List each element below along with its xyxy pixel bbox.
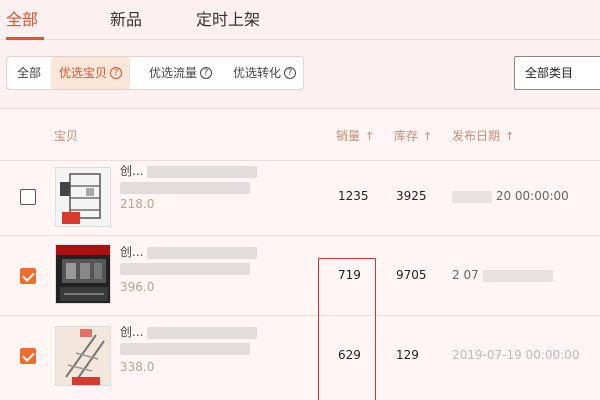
product-image-shelf xyxy=(56,327,110,385)
redacted-text xyxy=(452,190,492,203)
row-checkbox[interactable] xyxy=(20,268,36,284)
sort-arrow-icon: ↑ xyxy=(423,130,433,143)
product-title-text: 创... xyxy=(120,164,144,178)
tab-all[interactable]: 全部 xyxy=(6,6,38,30)
sales-value: 1235 xyxy=(338,189,369,203)
help-icon[interactable]: ? xyxy=(110,66,123,79)
column-header-sales[interactable]: 销量 ↑ xyxy=(336,127,374,144)
product-price: 396.0 xyxy=(120,280,155,294)
sort-arrow-icon: ↑ xyxy=(365,130,375,143)
sort-arrow-icon: ↑ xyxy=(505,130,515,143)
table-row: 创... 396.0 719 9705 2 07 xyxy=(0,235,600,315)
filter-preferred-traffic[interactable]: 优选流量? xyxy=(143,57,218,89)
product-price: 218.0 xyxy=(120,197,155,211)
redacted-text xyxy=(147,165,258,178)
sales-header-label: 销量 xyxy=(336,129,361,143)
redacted-text xyxy=(120,262,250,275)
stock-value: 9705 xyxy=(396,268,427,282)
redacted-text xyxy=(482,269,553,282)
redacted-text xyxy=(120,342,250,355)
filter-preferred-items-label: 优选宝贝 xyxy=(59,66,108,80)
tab-scheduled-listing[interactable]: 定时上架 xyxy=(196,6,260,30)
product-image-shelf xyxy=(56,168,110,226)
category-select[interactable]: 全部类目 xyxy=(514,56,600,90)
column-header-publish-date[interactable]: 发布日期 ↑ xyxy=(452,127,514,144)
publish-date: 2 07 xyxy=(452,268,553,282)
product-title-text: 创... xyxy=(120,325,144,339)
filter-all[interactable]: 全部 xyxy=(11,57,47,89)
active-tab-indicator xyxy=(6,37,44,40)
tab-new-products[interactable]: 新品 xyxy=(110,6,142,30)
publish-date-text: 2 07 xyxy=(452,268,479,282)
publish-date: 20 00:00:00 xyxy=(452,189,569,203)
stock-value: 129 xyxy=(396,348,419,362)
top-tab-bar: 全部 新品 定时上架 xyxy=(0,0,600,40)
product-table: 宝贝 销量 ↑ 库存 ↑ 发布日期 ↑ 创... 218.0 1235 3925 2 xyxy=(0,108,600,400)
filter-all-label: 全部 xyxy=(17,66,42,80)
row-checkbox[interactable] xyxy=(20,348,36,364)
redacted-text xyxy=(147,246,258,259)
product-thumbnail[interactable] xyxy=(55,244,111,304)
row-checkbox[interactable] xyxy=(20,189,36,205)
sales-highlight-box xyxy=(318,258,376,400)
filter-preferred-conversion-label: 优选转化 xyxy=(233,66,282,80)
product-title[interactable]: 创... xyxy=(120,163,260,195)
product-title[interactable]: 创... xyxy=(120,324,260,356)
publish-date: 2019-07-19 00:00:00 xyxy=(452,348,580,362)
help-icon[interactable]: ? xyxy=(284,66,297,79)
filter-preferred-items[interactable]: 优选宝贝? xyxy=(51,57,131,89)
filter-preferred-conversion[interactable]: 优选转化? xyxy=(227,57,302,89)
column-header-stock[interactable]: 库存 ↑ xyxy=(394,127,432,144)
column-header-product: 宝贝 xyxy=(54,129,79,143)
table-row: 创... 338.0 629 129 2019-07-19 00:00:00 xyxy=(0,315,600,400)
help-icon[interactable]: ? xyxy=(200,66,213,79)
publish-date-header-label: 发布日期 xyxy=(452,129,501,143)
product-thumbnail[interactable] xyxy=(55,326,111,386)
redacted-text xyxy=(147,326,258,339)
product-title-text: 创... xyxy=(120,245,144,259)
product-image-shelf xyxy=(56,245,110,303)
product-price: 338.0 xyxy=(120,360,155,374)
product-title[interactable]: 创... xyxy=(120,244,260,276)
stock-value: 3925 xyxy=(396,189,427,203)
filter-segment-group: 全部 优选宝贝? 优选流量? 优选转化? xyxy=(6,56,304,90)
product-thumbnail[interactable] xyxy=(55,167,111,227)
filter-preferred-traffic-label: 优选流量 xyxy=(149,66,198,80)
redacted-text xyxy=(120,181,250,194)
publish-date-text: 20 00:00:00 xyxy=(495,189,569,203)
stock-header-label: 库存 xyxy=(394,129,419,143)
table-row: 创... 218.0 1235 3925 20 00:00:00 xyxy=(0,160,600,235)
